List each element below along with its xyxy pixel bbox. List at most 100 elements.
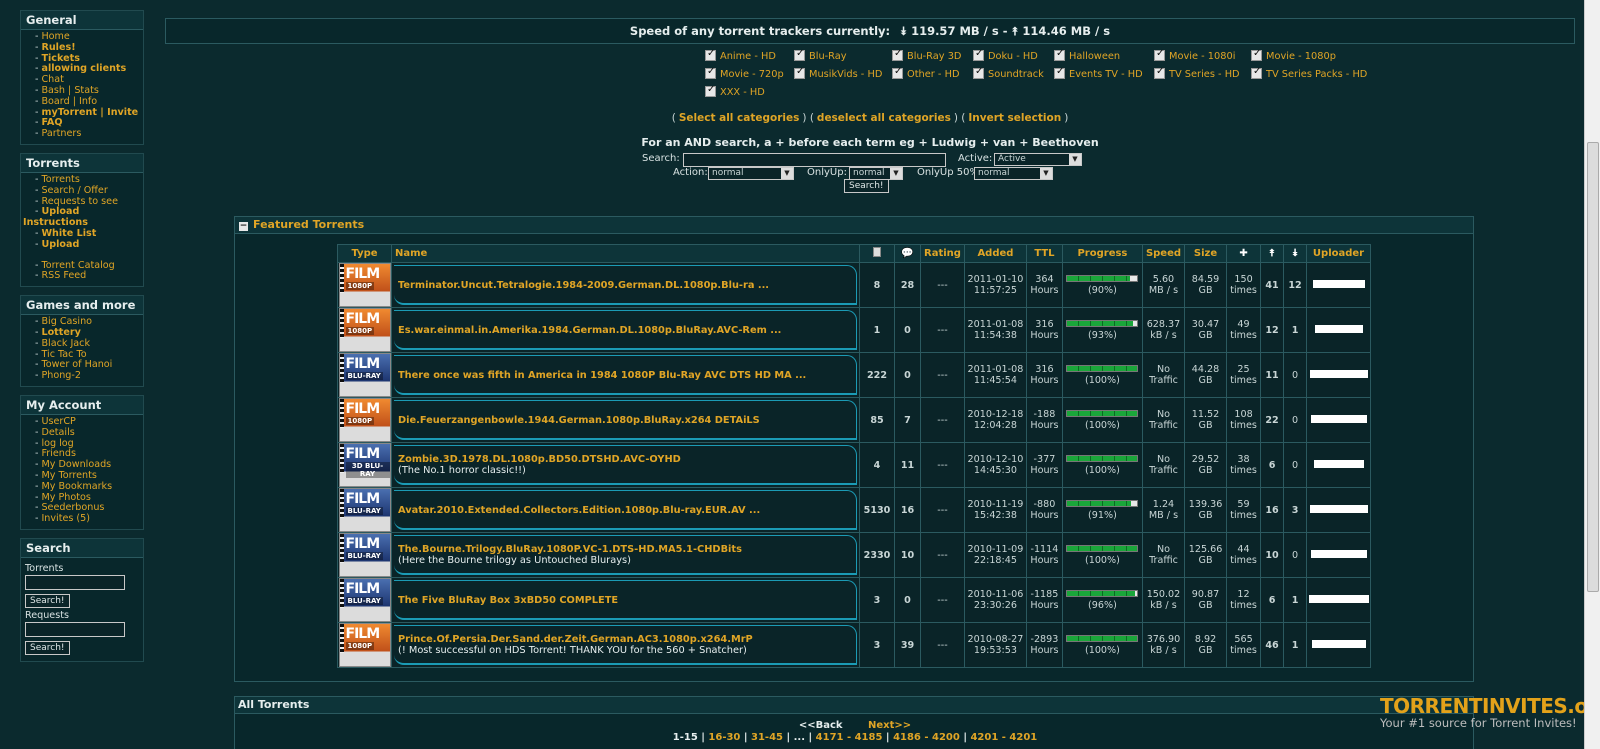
seeders-count[interactable]: 12	[1260, 307, 1285, 353]
col-type[interactable]: Type	[337, 244, 392, 263]
film-poster-icon[interactable]: FILM BLU-RAY	[338, 578, 391, 622]
comments-count[interactable]: 11	[894, 442, 921, 488]
active-select[interactable]: Active ▼	[994, 153, 1082, 166]
category-tv-series-hd[interactable]: TV Series - HD	[1154, 66, 1240, 80]
seeders-count[interactable]: 6	[1260, 577, 1285, 623]
category-halloween[interactable]: Halloween	[1054, 48, 1120, 62]
deselect-all-link[interactable]: deselect all categories	[817, 112, 951, 124]
seeders-count[interactable]: 16	[1260, 487, 1285, 533]
uploader-cell[interactable]	[1306, 397, 1372, 443]
comments-count[interactable]: 28	[894, 262, 921, 308]
nav-tower-of-hanoi[interactable]: Tower of Hanoi	[41, 359, 112, 370]
torrent-row[interactable]: FILM 3D BLU-RAY Zombie.3D.1978.DL.1080p.…	[337, 442, 1372, 488]
film-poster-icon[interactable]: FILM 3D BLU-RAY	[338, 443, 391, 487]
nav-my-bookmarks[interactable]: My Bookmarks	[41, 481, 112, 492]
snatched-link[interactable]: 108 times	[1226, 397, 1262, 443]
col-comments[interactable]: 💬	[894, 244, 921, 263]
type-cell[interactable]: FILM BLU-RAY	[337, 577, 392, 623]
checkbox-icon[interactable]	[1154, 66, 1165, 79]
nav-invites[interactable]: Invites (5)	[41, 513, 90, 524]
pager-back[interactable]: <<Back	[799, 720, 843, 731]
checkbox-icon[interactable]	[973, 66, 984, 79]
checkbox-icon[interactable]	[794, 66, 805, 79]
nav-board-info[interactable]: Board | Info	[41, 96, 97, 107]
col-rating[interactable]: Rating	[920, 244, 965, 263]
torrent-title-link[interactable]: The Five BluRay Box 3xBD50 COMPLETE	[394, 595, 857, 606]
vertical-scrollbar[interactable]	[1584, 0, 1600, 749]
torrent-row[interactable]: FILM 1080P Prince.Of.Persia.Der.Sand.der…	[337, 622, 1372, 668]
comments-count[interactable]: 0	[894, 307, 921, 353]
nav-my-downloads[interactable]: My Downloads	[41, 459, 111, 470]
files-count[interactable]: 3	[859, 577, 895, 623]
type-cell[interactable]: FILM BLU-RAY	[337, 352, 392, 398]
snatched-link[interactable]: 44 times	[1226, 532, 1262, 578]
nav-phong-2[interactable]: Phong-2	[41, 370, 80, 381]
nav-white-list[interactable]: White List	[41, 228, 96, 239]
nav-usercp[interactable]: UserCP	[41, 416, 75, 427]
page-link[interactable]: 4171 - 4185	[816, 732, 883, 743]
col-uploader[interactable]: Uploader	[1306, 244, 1372, 263]
leechers-count[interactable]: 1	[1283, 307, 1308, 353]
snatched-link[interactable]: 12 times	[1226, 577, 1262, 623]
seeders-count[interactable]: 11	[1260, 352, 1285, 398]
snatched-link[interactable]: 38 times	[1226, 442, 1262, 488]
comments-count[interactable]: 7	[894, 397, 921, 443]
uploader-cell[interactable]	[1306, 622, 1372, 668]
checkbox-icon[interactable]	[1251, 66, 1262, 79]
nav-my-torrents[interactable]: My Torrents	[41, 470, 96, 481]
torrent-row[interactable]: FILM 1080P Die.Feuerzangenbowle.1944.Ger…	[337, 397, 1372, 443]
category-other-hd[interactable]: Other - HD	[892, 66, 960, 80]
torrent-title-link[interactable]: The.Bourne.Trilogy.BluRay.1080P.VC-1.DTS…	[394, 544, 857, 555]
comments-count[interactable]: 0	[894, 577, 921, 623]
nav-torrent-catalog[interactable]: Torrent Catalog	[41, 260, 114, 271]
files-count[interactable]: 85	[859, 397, 895, 443]
leechers-count[interactable]: 12	[1283, 262, 1308, 308]
snatched-link[interactable]: 49 times	[1226, 307, 1262, 353]
page-link[interactable]: 4186 - 4200	[893, 732, 960, 743]
page-link[interactable]: 31-45	[751, 732, 783, 743]
seeders-count[interactable]: 46	[1260, 622, 1285, 668]
nav-home[interactable]: Home	[41, 31, 69, 42]
nav-lottery[interactable]: Lottery	[41, 327, 80, 338]
type-cell[interactable]: FILM 1080P	[337, 397, 392, 443]
checkbox-icon[interactable]	[705, 84, 716, 97]
category-events-tv-hd[interactable]: Events TV - HD	[1054, 66, 1143, 80]
type-cell[interactable]: FILM 1080P	[337, 622, 392, 668]
category-doku-hd[interactable]: Doku - HD	[973, 48, 1038, 62]
category-anime-hd[interactable]: Anime - HD	[705, 48, 776, 62]
category-blu-ray[interactable]: Blu-Ray	[794, 48, 847, 62]
nav-upload[interactable]: Upload	[41, 239, 79, 250]
nav-chat[interactable]: Chat	[41, 74, 63, 85]
torrent-row[interactable]: FILM BLU-RAY The Five BluRay Box 3xBD50 …	[337, 577, 1372, 623]
torrent-title-link[interactable]: Prince.Of.Persia.Der.Sand.der.Zeit.Germa…	[394, 634, 857, 645]
torrent-title-link[interactable]: Avatar.2010.Extended.Collectors.Edition.…	[394, 505, 857, 516]
col-name[interactable]: Name	[391, 244, 860, 263]
name-cell[interactable]: There once was fifth in America in 1984 …	[391, 352, 860, 398]
category-movie-720p[interactable]: Movie - 720p	[705, 66, 784, 80]
nav-friends[interactable]: Friends	[41, 448, 76, 459]
nav-rss-feed[interactable]: RSS Feed	[41, 270, 86, 281]
checkbox-icon[interactable]	[1251, 48, 1262, 61]
requests-search-input[interactable]	[25, 621, 125, 637]
snatched-link[interactable]: 25 times	[1226, 352, 1262, 398]
files-count[interactable]: 2330	[859, 532, 895, 578]
onlyup50-select[interactable]: normal ▼	[974, 167, 1053, 180]
torrents-search-button[interactable]: Search!	[25, 593, 70, 608]
col-files[interactable]	[859, 244, 895, 263]
files-count[interactable]: 4	[859, 442, 895, 488]
nav-allowing-clients[interactable]: allowing clients	[41, 63, 126, 74]
files-count[interactable]: 1	[859, 307, 895, 353]
torrent-row[interactable]: FILM 1080P Terminator.Uncut.Tetralogie.1…	[337, 262, 1372, 308]
category-musikvids-hd[interactable]: MusikVids - HD	[794, 66, 882, 80]
nav-instructions[interactable]: Instructions	[23, 217, 88, 228]
type-cell[interactable]: FILM 1080P	[337, 262, 392, 308]
search-input[interactable]	[683, 153, 946, 167]
nav-log-log[interactable]: log log	[41, 438, 73, 449]
col-speed[interactable]: Speed	[1141, 244, 1186, 263]
files-count[interactable]: 222	[859, 352, 895, 398]
uploader-cell[interactable]	[1306, 487, 1372, 533]
torrent-row[interactable]: FILM BLU-RAY Avatar.2010.Extended.Collec…	[337, 487, 1372, 533]
leechers-count[interactable]: 0	[1283, 442, 1308, 488]
leechers-count[interactable]: 3	[1283, 487, 1308, 533]
checkbox-icon[interactable]	[705, 48, 716, 61]
